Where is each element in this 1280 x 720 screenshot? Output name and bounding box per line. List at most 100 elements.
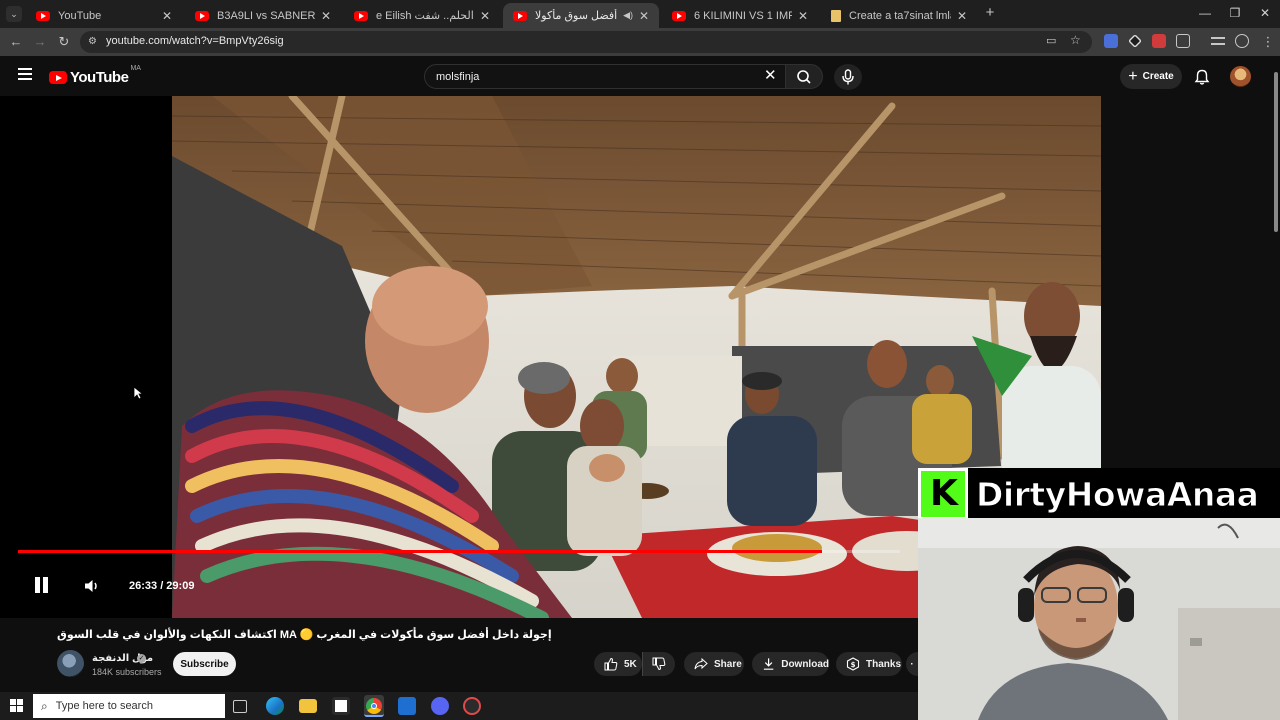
document-favicon-icon <box>831 9 841 22</box>
close-tab-icon[interactable]: ✕ <box>796 9 810 23</box>
reload-icon[interactable]: ↻ <box>55 33 73 51</box>
forward-arrow-icon[interactable]: → <box>31 33 49 51</box>
search-button[interactable] <box>785 64 823 89</box>
chrome-taskbar-active[interactable] <box>364 695 384 717</box>
video-player[interactable]: 26:33 / 29:09 <box>0 96 1101 618</box>
minimize-window-icon[interactable]: — <box>1190 6 1220 20</box>
install-app-icon[interactable]: ▭ <box>1046 34 1056 47</box>
windows-start-icon[interactable] <box>10 699 23 712</box>
file-explorer-icon[interactable] <box>299 699 317 713</box>
close-tab-icon[interactable]: ✕ <box>637 9 651 23</box>
browser-tab-active[interactable]: جولة داخل أفضل سوق مأكولا ◀) ✕ <box>503 3 659 28</box>
youtube-favicon-icon <box>36 10 50 21</box>
menu-hamburger-icon[interactable] <box>18 68 32 80</box>
tab-title: B3A9LI vs SABNERO : ع للأحداث <box>217 10 315 22</box>
thanks-label: Thanks <box>866 658 902 670</box>
share-icon <box>694 657 708 670</box>
search-icon: ⌕ <box>41 698 48 713</box>
tab-search-button[interactable]: ⌄ <box>6 6 22 22</box>
browser-tab[interactable]: 6 KILIMINI VS 1 IMPOSTEUR - Y ✕ <box>662 3 818 28</box>
thanks-button[interactable]: $ Thanks <box>836 652 902 676</box>
plus-icon: + <box>1128 67 1138 85</box>
share-label: Share <box>714 658 742 670</box>
search-icon <box>797 70 811 84</box>
download-button[interactable]: Download <box>752 652 829 676</box>
edge-browser-icon[interactable] <box>266 697 284 715</box>
subscriber-count: 184K subscribers <box>92 667 162 677</box>
verified-badge-icon: ✓ <box>137 654 146 663</box>
close-window-icon[interactable]: ✕ <box>1250 6 1280 20</box>
svg-text:$: $ <box>851 661 856 669</box>
time-display: 26:33 / 29:09 <box>129 580 195 592</box>
close-tab-icon[interactable]: ✕ <box>319 9 333 23</box>
streamer-banner: K DirtyHowaAnaa <box>918 468 1280 520</box>
search-input[interactable]: molsfinja <box>424 64 786 89</box>
video-progress-bar[interactable] <box>18 550 900 553</box>
like-button[interactable]: 5K <box>594 652 642 676</box>
discord-icon[interactable] <box>431 697 449 715</box>
back-arrow-icon[interactable]: ← <box>7 33 25 51</box>
profile-icon[interactable] <box>1235 34 1249 48</box>
browser-tab[interactable]: YouTube ✕ <box>26 3 182 28</box>
notifications-bell-icon[interactable] <box>1193 68 1211 86</box>
voice-search-button[interactable] <box>834 64 862 90</box>
close-tab-icon[interactable]: ✕ <box>478 9 492 23</box>
dislike-button[interactable] <box>642 652 675 676</box>
volume-icon[interactable] <box>83 578 101 594</box>
site-info-icon[interactable]: ⚙ <box>88 36 97 47</box>
youtube-logo[interactable]: YouTube MA <box>49 65 141 86</box>
extension-red-icon[interactable] <box>1152 34 1166 48</box>
new-tab-button[interactable]: + <box>981 4 999 22</box>
progress-played <box>18 550 822 553</box>
search-query-text: molsfinja <box>436 71 480 83</box>
webcam-image <box>918 518 1280 720</box>
task-view-icon[interactable] <box>233 700 247 713</box>
obs-icon[interactable] <box>463 697 481 715</box>
taskbar-search-input[interactable]: ⌕ Type here to search <box>33 694 225 718</box>
extension-translate-icon[interactable] <box>1104 34 1118 48</box>
webcam-feed <box>918 518 1280 720</box>
like-count: 5K <box>624 658 637 670</box>
thumbs-up-icon <box>604 657 618 671</box>
microsoft-store-icon[interactable] <box>332 697 350 715</box>
tab-title: جولة داخل أفضل سوق مأكولا <box>535 10 620 22</box>
kick-letter: K <box>930 473 958 514</box>
youtube-favicon-icon <box>672 10 686 21</box>
tab-title: e Eilish أخيراً تحقق الحلم.. شفت <box>376 10 474 22</box>
browser-tab[interactable]: B3A9LI vs SABNERO : ع للأحداث ✕ <box>185 3 341 28</box>
user-avatar[interactable] <box>1230 66 1251 87</box>
more-actions-button[interactable]: · <box>906 652 918 676</box>
share-button[interactable]: Share <box>684 652 744 676</box>
clear-search-icon[interactable]: ✕ <box>764 68 777 83</box>
thanks-icon: $ <box>846 657 860 671</box>
bookmark-star-icon[interactable]: ☆ <box>1070 33 1081 47</box>
tab-title: YouTube <box>58 9 102 22</box>
subscribe-button[interactable]: Subscribe <box>173 652 236 676</box>
outlook-icon[interactable] <box>398 697 416 715</box>
pause-icon[interactable] <box>33 576 51 596</box>
address-bar[interactable]: ⚙ youtube.com/watch?v=BmpVty26sig ▭ ☆ <box>80 31 1092 53</box>
tab-groups-icon[interactable] <box>1211 37 1225 45</box>
channel-avatar[interactable] <box>57 650 84 677</box>
streamer-name: DirtyHowaAnaa <box>975 474 1259 514</box>
close-tab-icon[interactable]: ✕ <box>955 9 969 23</box>
create-button[interactable]: + Create <box>1120 64 1182 89</box>
download-label: Download <box>781 658 829 670</box>
extensions-puzzle-icon[interactable] <box>1176 34 1190 48</box>
page-scrollbar[interactable] <box>1272 62 1280 468</box>
extension-diamond-icon[interactable] <box>1128 34 1142 48</box>
youtube-favicon-icon <box>354 10 368 21</box>
youtube-favicon-icon <box>513 10 527 21</box>
browser-tab[interactable]: e Eilish أخيراً تحقق الحلم.. شفت ✕ <box>344 3 500 28</box>
restore-window-icon[interactable]: ❐ <box>1220 6 1250 20</box>
close-tab-icon[interactable]: ✕ <box>160 9 174 23</box>
browser-menu-icon[interactable]: ⋮ <box>1259 33 1277 51</box>
youtube-favicon-icon <box>195 10 209 21</box>
browser-tab[interactable]: Create a ta7sinat lmla7 "haircu ✕ <box>821 3 977 28</box>
scrollbar-thumb[interactable] <box>1274 72 1278 232</box>
logo-text: YouTube <box>70 69 129 86</box>
audio-playing-icon[interactable]: ◀) <box>623 10 633 21</box>
tab-title: Create a ta7sinat lmla7 "haircu <box>849 9 951 22</box>
kick-logo-icon: K <box>918 468 968 520</box>
microphone-icon <box>842 69 854 85</box>
